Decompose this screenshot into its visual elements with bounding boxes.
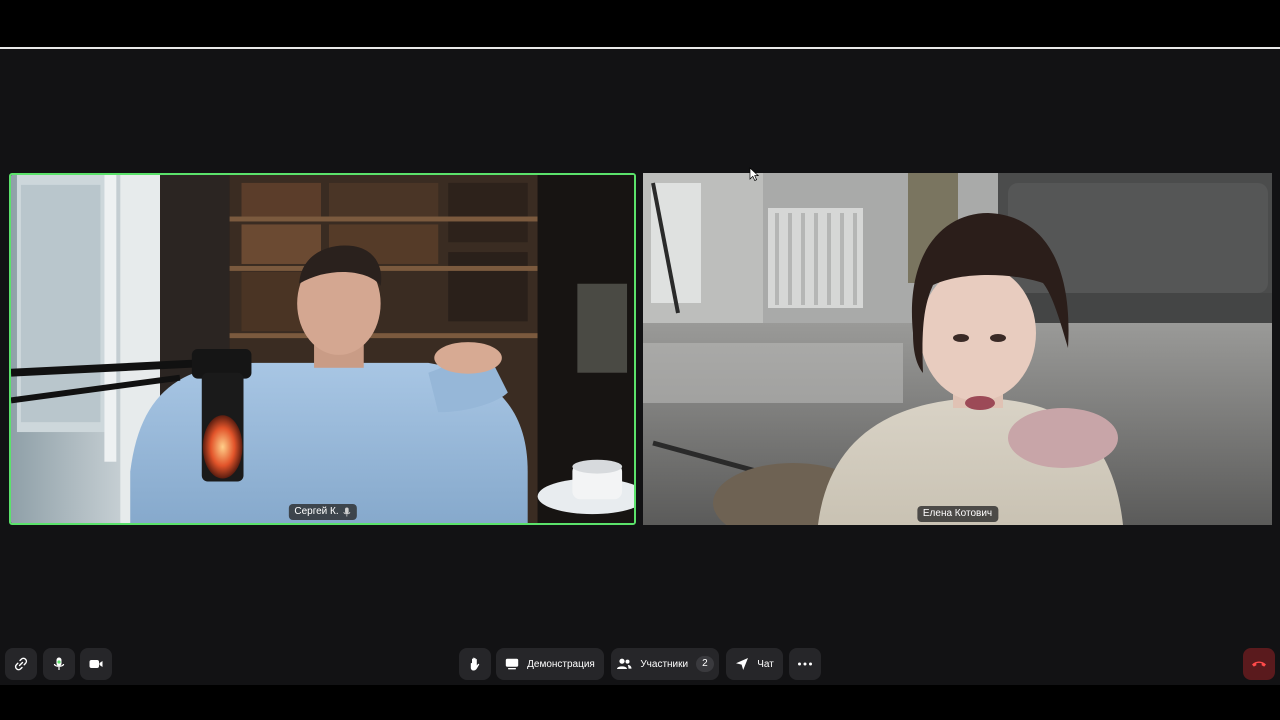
mouse-cursor-icon — [749, 167, 759, 181]
raise-hand-button[interactable] — [459, 648, 491, 680]
participants-icon — [617, 658, 632, 669]
participant-video-sergey — [11, 175, 634, 523]
chat-button[interactable]: Чат — [726, 648, 783, 680]
participant-name-label: Елена Котович — [916, 506, 999, 522]
hangup-icon — [1252, 661, 1266, 667]
end-call-button[interactable] — [1243, 648, 1275, 680]
camera-icon — [89, 660, 103, 668]
mic-icon — [53, 657, 65, 670]
camera-button[interactable] — [80, 648, 112, 680]
more-icon — [798, 662, 812, 666]
participant-tile-sergey[interactable]: Сергей К. — [9, 173, 636, 525]
participant-video-elena — [643, 173, 1272, 525]
video-call-app: Сергей К. Елена Котович Демонстрация Уча… — [0, 0, 1280, 720]
participants-button[interactable]: Участники 2 — [611, 648, 719, 680]
participant-name: Елена Котович — [922, 508, 993, 519]
bottom-bar — [0, 685, 1280, 720]
screen-share-icon — [505, 658, 519, 670]
send-icon — [736, 658, 749, 670]
participants-count-badge: 2 — [696, 656, 714, 672]
participants-label: Участники — [640, 658, 689, 670]
more-options-button[interactable] — [789, 648, 821, 680]
screen-share-button[interactable]: Демонстрация — [496, 648, 604, 680]
copy-link-button[interactable] — [5, 648, 37, 680]
link-icon — [14, 657, 28, 671]
hand-icon — [470, 657, 480, 671]
screen-share-label: Демонстрация — [527, 658, 595, 670]
chat-label: Чат — [757, 658, 774, 670]
mic-icon — [343, 507, 351, 517]
participant-tile-elena[interactable]: Елена Котович — [643, 173, 1272, 525]
participant-name: Сергей К. — [294, 506, 339, 517]
microphone-button[interactable] — [43, 648, 75, 680]
participant-name-label: Сергей К. — [288, 504, 357, 520]
